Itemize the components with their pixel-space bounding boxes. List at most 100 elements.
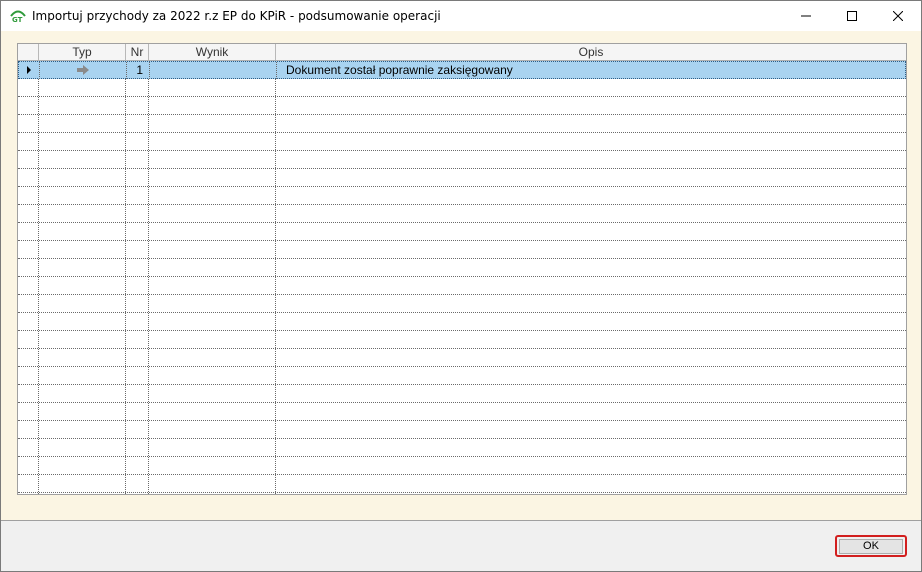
cell-nr[interactable] — [126, 97, 149, 114]
cell-opis[interactable] — [276, 187, 906, 204]
column-header-nr[interactable]: Nr — [126, 44, 149, 60]
cell-nr[interactable] — [126, 151, 149, 168]
cell-wynik[interactable] — [149, 79, 276, 96]
maximize-button[interactable] — [829, 1, 875, 31]
empty-table-row[interactable] — [18, 151, 906, 169]
empty-table-row[interactable] — [18, 295, 906, 313]
column-header-opis[interactable]: Opis — [276, 44, 906, 60]
empty-table-row[interactable] — [18, 277, 906, 295]
cell-nr[interactable] — [126, 313, 149, 330]
cell-nr[interactable] — [126, 493, 149, 494]
cell-wynik[interactable] — [149, 133, 276, 150]
cell-nr[interactable] — [126, 115, 149, 132]
cell-opis[interactable] — [276, 439, 906, 456]
cell-typ[interactable] — [39, 97, 126, 114]
row-indicator[interactable] — [18, 115, 39, 132]
cell-nr[interactable] — [126, 187, 149, 204]
cell-wynik[interactable] — [149, 475, 276, 492]
empty-table-row[interactable] — [18, 169, 906, 187]
cell-opis[interactable] — [276, 277, 906, 294]
row-indicator[interactable] — [18, 331, 39, 348]
cell-typ[interactable] — [39, 241, 126, 258]
empty-table-row[interactable] — [18, 241, 906, 259]
row-indicator[interactable] — [18, 367, 39, 384]
cell-typ[interactable] — [39, 79, 126, 96]
cell-wynik[interactable] — [149, 385, 276, 402]
empty-table-row[interactable] — [18, 457, 906, 475]
cell-nr[interactable] — [126, 169, 149, 186]
row-indicator[interactable] — [19, 62, 40, 79]
cell-wynik[interactable] — [149, 457, 276, 474]
empty-table-row[interactable] — [18, 115, 906, 133]
cell-wynik[interactable] — [149, 241, 276, 258]
cell-typ[interactable] — [39, 115, 126, 132]
cell-wynik[interactable] — [149, 367, 276, 384]
cell-wynik[interactable] — [149, 151, 276, 168]
cell-opis[interactable] — [276, 349, 906, 366]
row-indicator[interactable] — [18, 169, 39, 186]
empty-table-row[interactable] — [18, 385, 906, 403]
empty-table-row[interactable] — [18, 259, 906, 277]
cell-wynik[interactable] — [149, 331, 276, 348]
row-indicator[interactable] — [18, 97, 39, 114]
empty-table-row[interactable] — [18, 187, 906, 205]
row-indicator[interactable] — [18, 493, 39, 494]
cell-typ[interactable] — [39, 313, 126, 330]
row-indicator[interactable] — [18, 205, 39, 222]
cell-typ[interactable] — [39, 205, 126, 222]
cell-opis[interactable] — [276, 403, 906, 420]
cell-typ[interactable] — [39, 493, 126, 494]
cell-opis[interactable] — [276, 295, 906, 312]
cell-wynik[interactable] — [149, 277, 276, 294]
cell-typ[interactable] — [39, 421, 126, 438]
cell-nr[interactable] — [126, 457, 149, 474]
empty-table-row[interactable] — [18, 475, 906, 493]
cell-typ[interactable] — [39, 403, 126, 420]
minimize-button[interactable] — [783, 1, 829, 31]
cell-typ[interactable] — [39, 277, 126, 294]
cell-typ[interactable] — [39, 133, 126, 150]
cell-opis[interactable] — [276, 313, 906, 330]
cell-opis[interactable] — [276, 115, 906, 132]
cell-typ[interactable] — [40, 62, 127, 79]
cell-typ[interactable] — [39, 457, 126, 474]
cell-opis[interactable] — [276, 457, 906, 474]
cell-nr[interactable] — [126, 403, 149, 420]
title-bar[interactable]: GT Importuj przychody za 2022 r.z EP do … — [1, 1, 921, 31]
column-header-typ[interactable]: Typ — [39, 44, 126, 60]
cell-opis[interactable] — [276, 241, 906, 258]
cell-nr[interactable] — [126, 79, 149, 96]
cell-typ[interactable] — [39, 439, 126, 456]
empty-table-row[interactable] — [18, 439, 906, 457]
cell-nr[interactable] — [126, 241, 149, 258]
cell-nr[interactable] — [126, 421, 149, 438]
cell-wynik[interactable] — [149, 403, 276, 420]
cell-wynik[interactable] — [149, 97, 276, 114]
cell-opis[interactable] — [276, 97, 906, 114]
cell-wynik[interactable] — [149, 439, 276, 456]
cell-wynik[interactable] — [149, 169, 276, 186]
row-indicator[interactable] — [18, 187, 39, 204]
empty-table-row[interactable] — [18, 421, 906, 439]
cell-opis[interactable] — [276, 205, 906, 222]
empty-table-row[interactable] — [18, 367, 906, 385]
cell-typ[interactable] — [39, 169, 126, 186]
cell-nr[interactable] — [126, 349, 149, 366]
cell-opis[interactable] — [276, 259, 906, 276]
empty-table-row[interactable] — [18, 133, 906, 151]
cell-typ[interactable] — [39, 475, 126, 492]
cell-opis[interactable] — [276, 169, 906, 186]
row-indicator[interactable] — [18, 295, 39, 312]
cell-nr[interactable] — [126, 223, 149, 240]
cell-typ[interactable] — [39, 295, 126, 312]
empty-table-row[interactable] — [18, 493, 906, 494]
row-indicator[interactable] — [18, 403, 39, 420]
cell-opis[interactable] — [276, 223, 906, 240]
cell-typ[interactable] — [39, 367, 126, 384]
cell-nr[interactable] — [126, 475, 149, 492]
row-indicator[interactable] — [18, 259, 39, 276]
empty-table-row[interactable] — [18, 205, 906, 223]
cell-nr[interactable] — [126, 277, 149, 294]
column-header-wynik[interactable]: Wynik — [149, 44, 276, 60]
cell-typ[interactable] — [39, 349, 126, 366]
